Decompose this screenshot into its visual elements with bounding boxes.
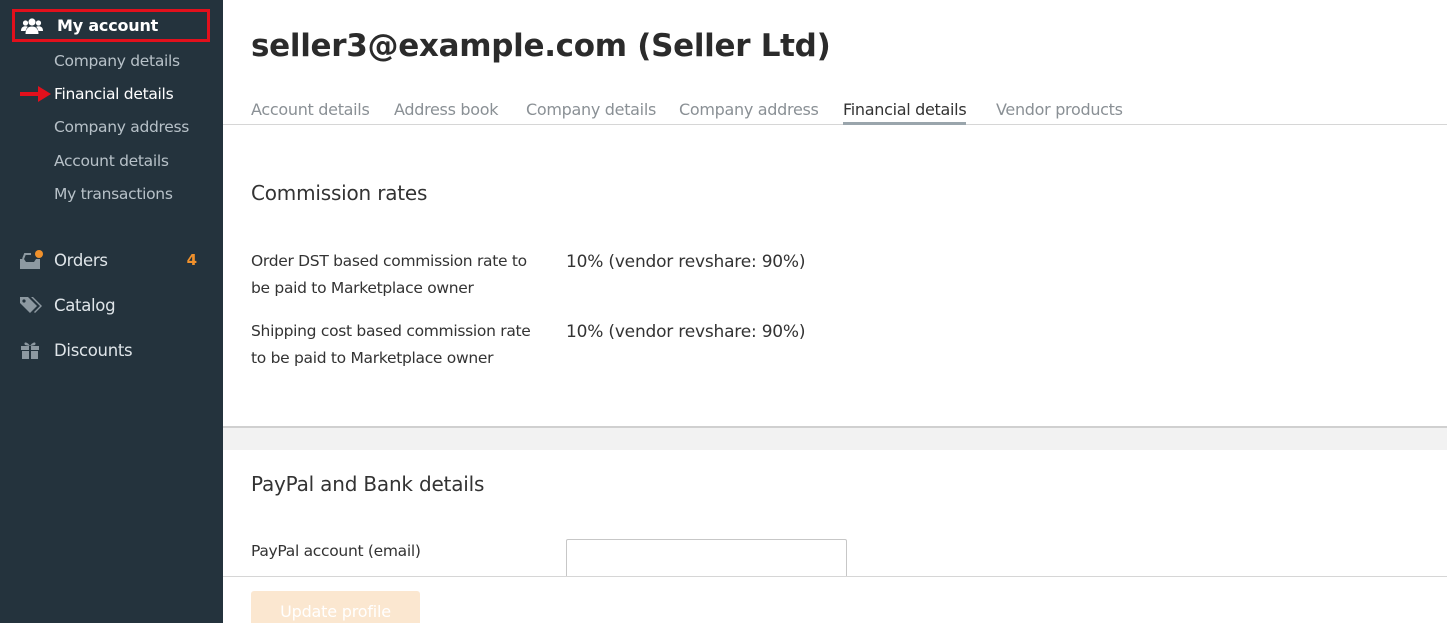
tags-icon [19,295,43,315]
tab-account-details[interactable]: Account details [251,100,370,125]
orders-count-badge: 4 [186,251,197,269]
dst-commission-label: Order DST based commission rate to be pa… [251,252,527,297]
sidebar-item-account-details[interactable]: Account details [54,152,169,170]
page-title: seller3@example.com (Seller Ltd) [251,28,831,64]
sidebar-item-financial-details[interactable]: Financial details [54,85,174,103]
tab-address-book[interactable]: Address book [394,100,499,125]
sidebar-item-discounts-label: Discounts [54,340,133,360]
sidebar-item-my-transactions[interactable]: My transactions [54,185,173,203]
sidebar-my-account-label: My account [57,16,159,35]
commission-section-title: Commission rates [251,181,428,205]
sidebar: My account Company details Financial det… [0,0,223,623]
sidebar-item-company-address[interactable]: Company address [54,118,189,136]
update-profile-button[interactable]: Update profile [251,591,420,623]
orders-inbox-icon [19,250,43,270]
tab-bar: Account details Address book Company det… [223,98,1447,125]
sticky-footer: Update profile [223,576,1447,623]
tab-vendor-products[interactable]: Vendor products [996,100,1123,125]
tab-company-address[interactable]: Company address [679,100,819,125]
paypal-account-label: PayPal account (email) [251,542,421,560]
shipping-commission-label: Shipping cost based commission rate to b… [251,322,531,367]
sidebar-item-orders-label: Orders [54,250,108,270]
dst-commission-value: 10% (vendor revshare: 90%) [566,252,806,272]
main-content: seller3@example.com (Seller Ltd) Account… [223,0,1447,623]
users-icon [21,17,45,35]
sidebar-item-catalog[interactable]: Catalog [19,295,209,315]
arrow-right-icon [20,86,51,102]
commission-section: Commission rates Order DST based commiss… [223,126,1447,428]
sidebar-item-orders[interactable]: Orders 4 [19,250,209,270]
section-divider [223,428,1447,450]
gift-icon [19,340,43,360]
sidebar-item-catalog-label: Catalog [54,295,116,315]
tab-financial-details[interactable]: Financial details [843,100,967,125]
paypal-section-title: PayPal and Bank details [251,472,485,496]
sidebar-item-discounts[interactable]: Discounts [19,340,209,360]
shipping-commission-value: 10% (vendor revshare: 90%) [566,322,806,342]
tab-company-details[interactable]: Company details [526,100,656,125]
sidebar-item-company-details[interactable]: Company details [54,52,180,70]
sidebar-my-account[interactable]: My account [12,9,210,42]
paypal-account-input[interactable] [566,539,847,579]
